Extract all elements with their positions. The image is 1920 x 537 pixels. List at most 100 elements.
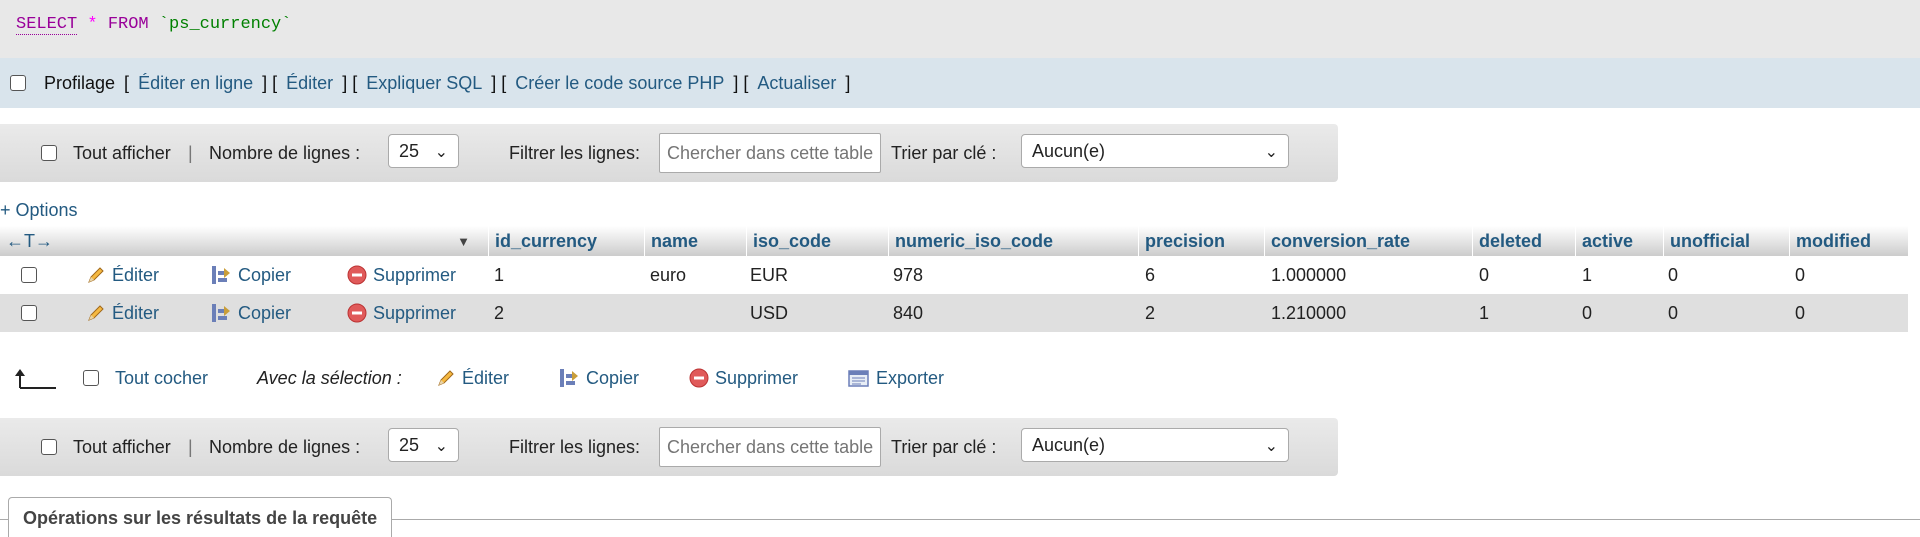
table-header-row: ←T→ ▼ id_currency name iso_code numeric_… (0, 226, 1908, 256)
profiling-bar: Profilage [ Éditer en ligne ] [ Éditer ]… (0, 58, 1920, 108)
sql-query: SELECT * FROM `ps_currency` (16, 15, 292, 35)
explain-sql-link[interactable]: Expliquer SQL (366, 73, 482, 94)
chevron-down-icon: ⌄ (1264, 438, 1278, 455)
column-header-name[interactable]: name (644, 226, 746, 256)
cell-deleted[interactable]: 1 (1479, 294, 1489, 332)
profiling-label: Profilage (44, 72, 116, 93)
with-selection-bar: Tout cocher Avec la sélection : Éditer C… (0, 358, 1000, 398)
cell-unofficial[interactable]: 0 (1668, 256, 1678, 294)
chevron-down-icon: ⌄ (1264, 144, 1278, 161)
column-header-conversion-rate[interactable]: conversion_rate (1264, 226, 1472, 256)
column-arrows[interactable]: ←T→ (6, 231, 53, 252)
rows-count-label: Nombre de lignes : (209, 142, 361, 163)
filter-rows-input[interactable]: Chercher dans cette table (659, 133, 881, 173)
column-header-iso-code[interactable]: iso_code (746, 226, 888, 256)
delete-icon (347, 303, 367, 323)
column-header-active[interactable]: active (1575, 226, 1663, 256)
bulk-delete-button[interactable]: Supprimer (689, 358, 798, 398)
sql-keyword-select[interactable]: SELECT (16, 15, 78, 35)
pencil-icon (88, 305, 104, 321)
row-copy-button[interactable]: Copier (210, 256, 291, 294)
sort-by-key-select[interactable]: Aucun(e) ⌄ (1021, 428, 1289, 462)
inline-edit-link[interactable]: Éditer en ligne (138, 73, 253, 94)
filter-rows-input[interactable]: Chercher dans cette table (659, 427, 881, 467)
rows-count-select[interactable]: 25 ⌄ (388, 428, 459, 462)
check-all-checkbox[interactable] (83, 370, 99, 386)
cell-numeric-iso-code[interactable]: 840 (893, 294, 923, 332)
copy-icon (560, 369, 578, 387)
filter-rows-label: Filtrer les lignes: (509, 142, 641, 163)
bulk-export-button[interactable]: Exporter (848, 358, 944, 398)
cell-id-currency[interactable]: 2 (494, 294, 504, 332)
refresh-link[interactable]: Actualiser (757, 73, 836, 94)
row-delete-button[interactable]: Supprimer (347, 256, 456, 294)
filter-rows-label: Filtrer les lignes: (509, 436, 641, 457)
pencil-icon (88, 267, 104, 283)
query-results-operations-legend: Opérations sur les résultats de la requê… (8, 497, 393, 537)
column-header-modified[interactable]: modified (1789, 226, 1908, 256)
copy-icon (212, 304, 230, 322)
cell-precision[interactable]: 6 (1145, 256, 1155, 294)
column-header-unofficial[interactable]: unofficial (1663, 226, 1789, 256)
cell-modified[interactable]: 0 (1795, 294, 1805, 332)
row-copy-button[interactable]: Copier (210, 294, 291, 332)
cell-id-currency[interactable]: 1 (494, 256, 504, 294)
sql-query-box: SELECT * FROM `ps_currency` (0, 0, 1920, 58)
column-header-id-currency[interactable]: id_currency (488, 226, 644, 256)
bulk-copy-button[interactable]: Copier (558, 358, 639, 398)
cell-conversion-rate[interactable]: 1.210000 (1271, 294, 1346, 332)
navigation-toolbar-top: Tout afficher | Nombre de lignes : 25 ⌄ … (0, 124, 1338, 182)
cell-name[interactable]: euro (650, 256, 686, 294)
profiling-checkbox[interactable] (10, 75, 26, 91)
row-edit-button[interactable]: Éditer (86, 256, 159, 294)
cell-unofficial[interactable]: 0 (1668, 294, 1678, 332)
chevron-down-icon: ⌄ (434, 144, 448, 161)
cell-iso-code[interactable]: USD (750, 294, 788, 332)
sql-table-name: `ps_currency` (158, 15, 292, 34)
show-all-label: Tout afficher (73, 436, 171, 457)
pencil-icon (438, 370, 454, 386)
cell-conversion-rate[interactable]: 1.000000 (1271, 256, 1346, 294)
cell-deleted[interactable]: 0 (1479, 256, 1489, 294)
show-all-checkbox[interactable] (41, 145, 57, 161)
table-row: Éditer Copier Supprimer 2 USD 840 2 1.21… (0, 294, 1908, 332)
with-selection-label: Avec la sélection : (257, 367, 402, 388)
bulk-edit-button[interactable]: Éditer (436, 358, 509, 398)
cell-iso-code[interactable]: EUR (750, 256, 788, 294)
options-link[interactable]: + Options (0, 200, 78, 221)
cell-numeric-iso-code[interactable]: 978 (893, 256, 923, 294)
rows-count-label: Nombre de lignes : (209, 436, 361, 457)
column-header-numeric-iso-code[interactable]: numeric_iso_code (888, 226, 1138, 256)
show-all-label: Tout afficher (73, 142, 171, 163)
cell-active[interactable]: 1 (1582, 256, 1592, 294)
sql-keyword-from: FROM (107, 15, 149, 34)
delete-icon (347, 265, 367, 285)
sql-star: * (87, 15, 98, 34)
show-all-checkbox[interactable] (41, 439, 57, 455)
check-all-link[interactable]: Tout cocher (115, 358, 208, 398)
export-icon (848, 370, 869, 387)
column-visibility-dropdown-icon[interactable]: ▼ (457, 234, 470, 249)
row-delete-button[interactable]: Supprimer (347, 294, 456, 332)
toolbar-separator: | (188, 436, 193, 457)
row-checkbox[interactable] (21, 305, 37, 321)
table-row: Éditer Copier Supprimer 1 euro EUR 978 6… (0, 256, 1908, 294)
column-header-precision[interactable]: precision (1138, 226, 1264, 256)
cell-modified[interactable]: 0 (1795, 256, 1805, 294)
create-php-code-link[interactable]: Créer le code source PHP (515, 73, 724, 94)
rows-count-select[interactable]: 25 ⌄ (388, 134, 459, 168)
cell-precision[interactable]: 2 (1145, 294, 1155, 332)
row-edit-button[interactable]: Éditer (86, 294, 159, 332)
edit-link[interactable]: Éditer (286, 73, 333, 94)
cell-active[interactable]: 0 (1582, 294, 1592, 332)
navigation-toolbar-bottom: Tout afficher | Nombre de lignes : 25 ⌄ … (0, 418, 1338, 476)
chevron-down-icon: ⌄ (434, 438, 448, 455)
sort-by-key-label: Trier par clé : (891, 436, 997, 457)
toolbar-separator: | (188, 142, 193, 163)
arrow-up-left-icon (14, 358, 58, 398)
delete-icon (689, 368, 709, 388)
sort-by-key-select[interactable]: Aucun(e) ⌄ (1021, 134, 1289, 168)
column-header-deleted[interactable]: deleted (1472, 226, 1575, 256)
copy-icon (212, 266, 230, 284)
row-checkbox[interactable] (21, 267, 37, 283)
